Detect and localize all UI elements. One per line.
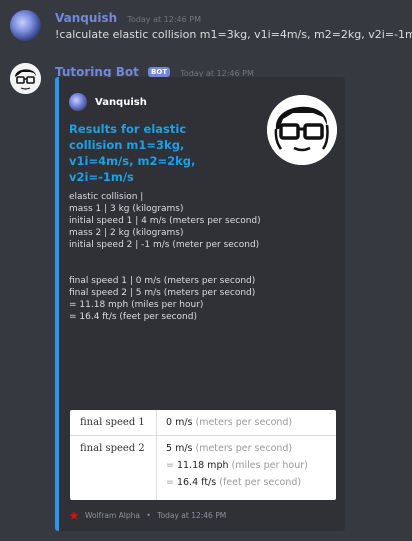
desc-line: mass 1 | 3 kg (kilograms) <box>69 204 184 214</box>
result-line: = 16.4 ft/s (feet per second) <box>69 312 197 322</box>
nerd-face-icon <box>267 95 337 165</box>
wolfram-result-image[interactable]: final speed 1 0 m/s (meters per second) … <box>70 410 336 500</box>
nerd-face-icon <box>10 63 41 94</box>
result-line: = 11.18 mph (miles per hour) <box>69 300 204 310</box>
row-value: 0 m/s (meters per second) <box>166 417 293 428</box>
embed-footer: Wolfram Alpha • Today at 12:46 PM <box>69 511 226 521</box>
result-line: final speed 2 | 5 m/s (meters per second… <box>69 288 256 298</box>
row-value: 5 m/s (meters per second) <box>166 443 293 454</box>
message-timestamp: Today at 12:46 PM <box>127 15 201 24</box>
desc-line: elastic collision | <box>69 192 144 202</box>
embed-author[interactable]: Vanquish <box>69 93 147 111</box>
embed-thumbnail[interactable] <box>267 95 337 165</box>
row-label: final speed 1 <box>80 417 145 428</box>
footer-separator: • <box>146 511 151 520</box>
row-label: final speed 2 <box>80 443 145 454</box>
result-line: final speed 1 | 0 m/s (meters per second… <box>69 276 256 286</box>
embed-description: elastic collision | mass 1 | 3 kg (kilog… <box>69 191 269 323</box>
wolfram-alpha-icon <box>69 511 79 520</box>
result-row-final-speed-2: final speed 2 5 m/s (meters per second) … <box>70 436 336 500</box>
user-avatar[interactable] <box>10 10 41 41</box>
embed-author-name: Vanquish <box>95 97 147 108</box>
bot-avatar[interactable] <box>10 63 41 94</box>
embed-title: Results for elastic collision m1=3kg, v1… <box>69 122 196 184</box>
footer-source: Wolfram Alpha <box>85 511 140 520</box>
row-value: = 11.18 mph (miles per hour) <box>166 460 308 471</box>
desc-line: initial speed 2 | -1 m/s (meter per seco… <box>69 240 260 250</box>
bot-tag: BOT <box>148 67 171 77</box>
result-embed: Vanquish Results for elastic collision m… <box>55 77 345 531</box>
result-row-final-speed-1: final speed 1 0 m/s (meters per second) <box>70 410 336 436</box>
username-vanquish[interactable]: Vanquish <box>55 11 117 25</box>
message-content: !calculate elastic collision m1=3kg, v1i… <box>55 28 412 41</box>
message-vanquish: Vanquish Today at 12:46 PM !calculate el… <box>0 0 412 55</box>
row-value: = 16.4 ft/s (feet per second) <box>166 477 302 488</box>
desc-line: initial speed 1 | 4 m/s (meters per seco… <box>69 216 261 226</box>
author-avatar <box>69 93 87 111</box>
desc-line: mass 2 | 2 kg (kilograms) <box>69 228 184 238</box>
footer-timestamp: Today at 12:46 PM <box>157 511 227 520</box>
